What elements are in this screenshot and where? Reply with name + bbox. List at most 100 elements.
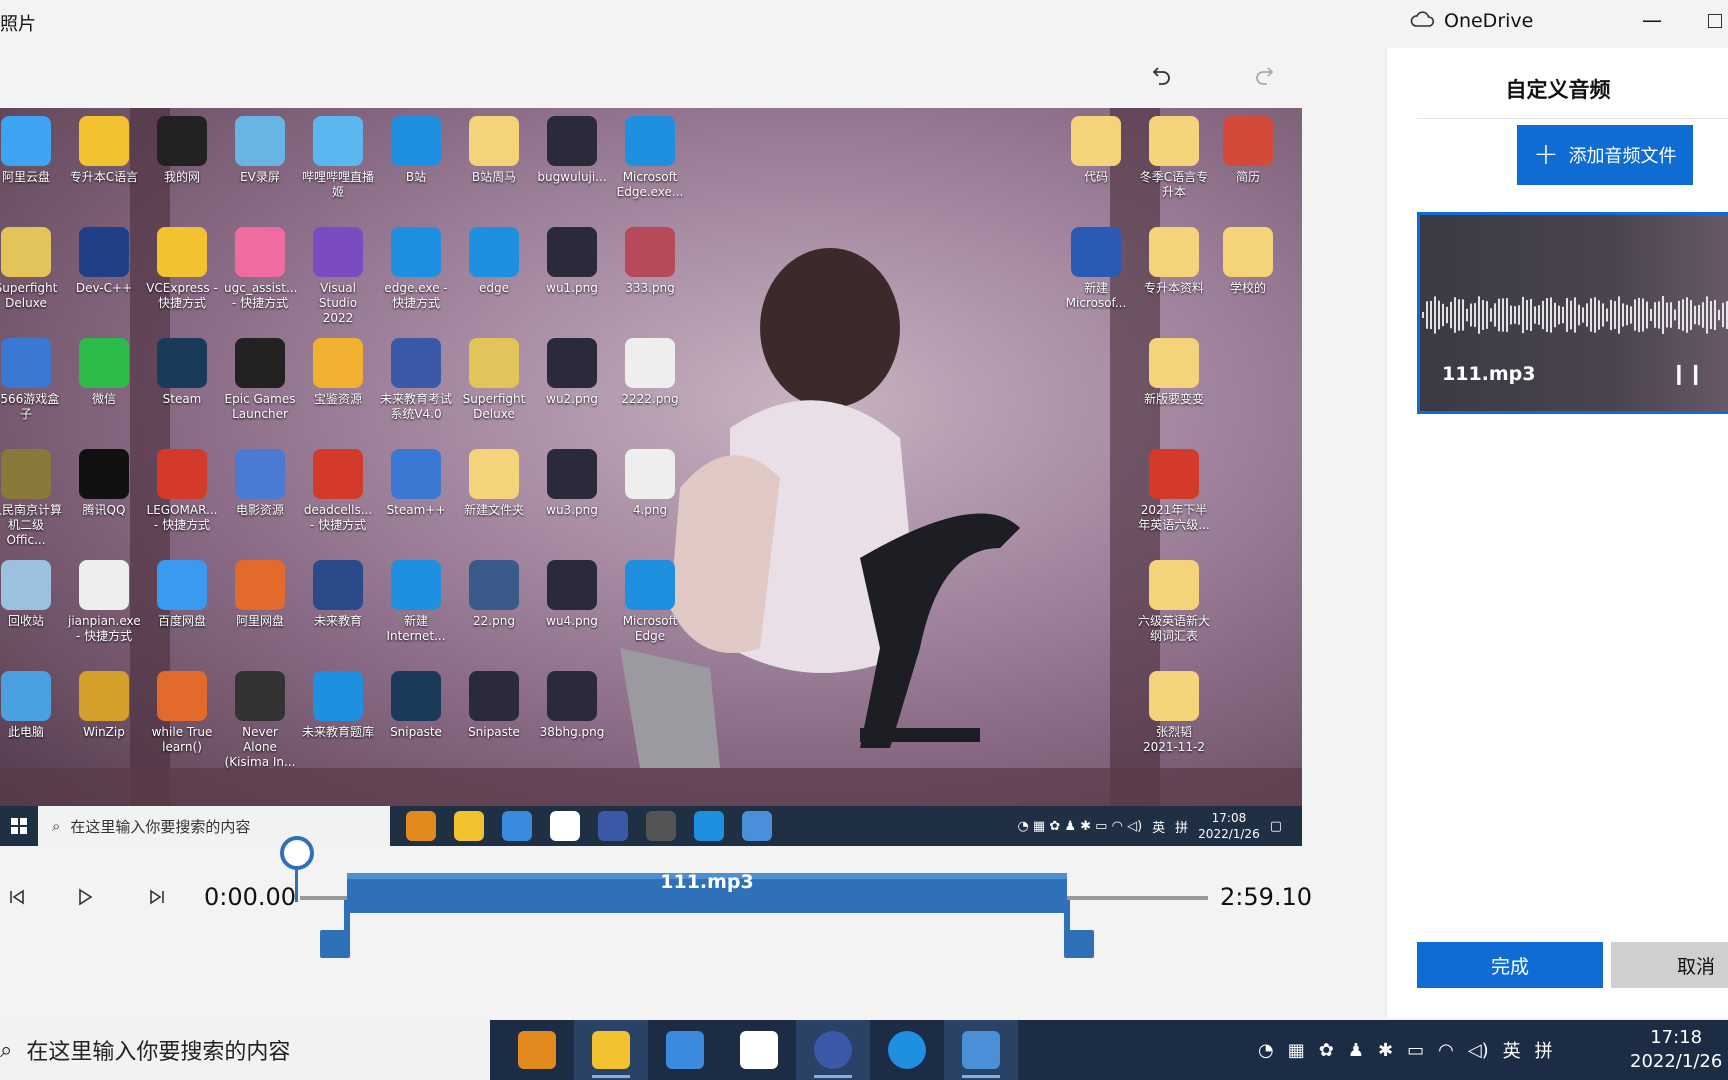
taskbar-photos[interactable] xyxy=(944,1020,1018,1080)
desktop-icon-label: Microsoft Edge xyxy=(622,614,678,643)
audio-clip[interactable]: 111.mp3 xyxy=(347,871,1067,913)
desktop-icon-image xyxy=(391,671,441,721)
desktop-icon-label: LEGOMAR... - 快捷方式 xyxy=(146,503,218,532)
waveform-bar xyxy=(1542,300,1544,330)
desktop-icon-label: WinZip xyxy=(83,725,125,739)
taskbar-app[interactable] xyxy=(722,1020,796,1080)
desktop-icon-label: 未来教育 xyxy=(313,614,362,628)
taskbar-education-app[interactable] xyxy=(796,1020,870,1080)
taskbar-file-explorer[interactable] xyxy=(574,1020,648,1080)
desktop-icon-label: 阿里云盘 xyxy=(1,170,50,184)
desktop-icon-image xyxy=(313,227,363,277)
desktop-icon-label: 此电脑 xyxy=(7,725,44,739)
taskbar-clock[interactable]: 17:18 2022/1/26 xyxy=(1630,1026,1722,1074)
desktop-icon-image xyxy=(1149,449,1199,499)
desktop-icon-image xyxy=(1,449,51,499)
desktop-icon: Dev-C++ xyxy=(68,219,140,319)
waveform-bar xyxy=(1642,298,1644,332)
desktop-icon-label: while True learn() xyxy=(151,725,213,754)
battery-icon[interactable]: ▭ xyxy=(1407,1040,1424,1061)
done-button[interactable]: 完成 xyxy=(1417,942,1603,988)
qq-tray-icon[interactable]: ♟ xyxy=(1348,1040,1364,1061)
clip-end-handle[interactable] xyxy=(1064,900,1094,958)
desktop-icon: 新建文件夹 xyxy=(458,441,530,541)
app-tray-icon[interactable]: ▦ xyxy=(1288,1040,1305,1061)
minimize-button[interactable]: — xyxy=(1642,8,1662,32)
previous-frame-button[interactable] xyxy=(2,884,32,914)
waveform-bar xyxy=(1654,302,1656,328)
waveform-bar xyxy=(1638,297,1640,333)
wifi-icon[interactable]: ◠ xyxy=(1438,1040,1454,1061)
desktop-icon-image xyxy=(157,116,207,166)
waveform-bar xyxy=(1670,302,1672,328)
clock-tray-icon[interactable]: ◔ xyxy=(1258,1040,1274,1061)
taskbar-search-placeholder: 在这里输入你要搜索的内容 xyxy=(26,1040,291,1065)
desktop-icon: Microsoft Edge xyxy=(614,552,686,652)
taskbar-search-app[interactable] xyxy=(500,1020,574,1080)
desktop-icon-label: 333.png xyxy=(625,281,675,295)
pause-icon[interactable]: ❙❙ xyxy=(1670,361,1704,385)
audio-file-card[interactable]: 111.mp3 ❙❙ xyxy=(1417,212,1728,414)
waveform-bar xyxy=(1534,306,1536,324)
playhead[interactable] xyxy=(280,836,316,902)
desktop-icon-label: 学校的 xyxy=(1229,281,1266,295)
desktop-icon-image xyxy=(1,560,51,610)
add-audio-file-button[interactable]: + 添加音频文件 xyxy=(1517,125,1693,185)
volume-icon[interactable]: ◁) xyxy=(1468,1040,1489,1061)
desktop-icon: WinZip xyxy=(68,663,140,763)
waveform-bar xyxy=(1614,301,1616,329)
desktop-icon: 未来教育题库 xyxy=(302,663,374,763)
desktop-icon-label: Snipaste xyxy=(468,725,520,739)
waveform-bar xyxy=(1514,306,1516,324)
play-button[interactable] xyxy=(70,884,100,914)
video-preview[interactable]: 阿里云盘 专升本C语言 我的网 EV录屏 哔哩哔哩直播姬 B站 B站周马 bugwuluji.… xyxy=(0,108,1302,846)
desktop-icon: 人民南京计算机二级Offic... xyxy=(0,441,62,547)
cloud-icon xyxy=(1410,10,1435,32)
input-method[interactable]: 拼 xyxy=(1535,1037,1553,1063)
restore-button[interactable] xyxy=(1708,14,1722,28)
waveform-bar xyxy=(1518,305,1520,325)
desktop-icon-label: bugwuluji... xyxy=(537,170,607,184)
flower-tray-icon[interactable]: ✿ xyxy=(1319,1040,1334,1061)
desktop-icon-image xyxy=(1149,116,1199,166)
desktop-icon-image xyxy=(1223,227,1273,277)
onedrive-account[interactable]: OneDrive xyxy=(1410,10,1533,32)
waveform-bar xyxy=(1718,309,1720,321)
desktop-icon-image xyxy=(79,227,129,277)
undo-button[interactable] xyxy=(1144,60,1180,96)
desktop-icon: deadcells... - 快捷方式 xyxy=(302,441,374,541)
desktop-icon-image xyxy=(1,671,51,721)
desktop-icon-image xyxy=(469,338,519,388)
windows-taskbar: ⌕ 在这里输入你要搜索的内容 ◔ ▦ ✿ ♟ ✱ ▭ ◠ ◁) 英 拼 17:1… xyxy=(0,1020,1728,1080)
desktop-icon-label: wu1.png xyxy=(546,281,598,295)
desktop-icon-image xyxy=(391,338,441,388)
audio-file-name: 111.mp3 xyxy=(1442,363,1536,385)
desktop-icon-image xyxy=(313,338,363,388)
taskbar-search-box[interactable]: ⌕ 在这里输入你要搜索的内容 xyxy=(0,1020,490,1080)
waveform-bar xyxy=(1666,302,1668,328)
desktop-icon-label: 专升本C语言 xyxy=(69,170,139,184)
desktop-icon: wu4.png xyxy=(536,552,608,652)
input-language[interactable]: 英 xyxy=(1503,1037,1521,1063)
desktop-icon-image xyxy=(1,116,51,166)
waveform-bar xyxy=(1470,303,1472,327)
clip-start-handle[interactable] xyxy=(320,900,350,958)
waveform-bar xyxy=(1546,298,1548,332)
cancel-button[interactable]: 取消 xyxy=(1611,942,1728,988)
desktop-icon-label: 简历 xyxy=(1235,170,1260,184)
next-frame-button[interactable] xyxy=(142,884,172,914)
waveform-bar xyxy=(1610,299,1612,331)
taskbar-edge[interactable] xyxy=(870,1020,944,1080)
windows-start-icon xyxy=(0,806,38,846)
desktop-icon-label: 人民南京计算机二级Offic... xyxy=(0,503,63,547)
desktop-icon: edge.exe - 快捷方式 xyxy=(380,219,452,319)
taskbar-store[interactable] xyxy=(648,1020,722,1080)
desktop-icon-label: Never Alone (Kisima In... xyxy=(224,725,296,769)
waveform-bar xyxy=(1478,296,1480,334)
desktop-icon: Snipaste xyxy=(380,663,452,763)
desktop-icon: Superfight Deluxe xyxy=(0,219,62,319)
redo-button[interactable] xyxy=(1246,60,1282,96)
desktop-icon-label: 2021年下半年英语六级... xyxy=(1138,503,1210,532)
desktop-icon-image xyxy=(1071,227,1121,277)
bluetooth-icon[interactable]: ✱ xyxy=(1378,1040,1393,1061)
